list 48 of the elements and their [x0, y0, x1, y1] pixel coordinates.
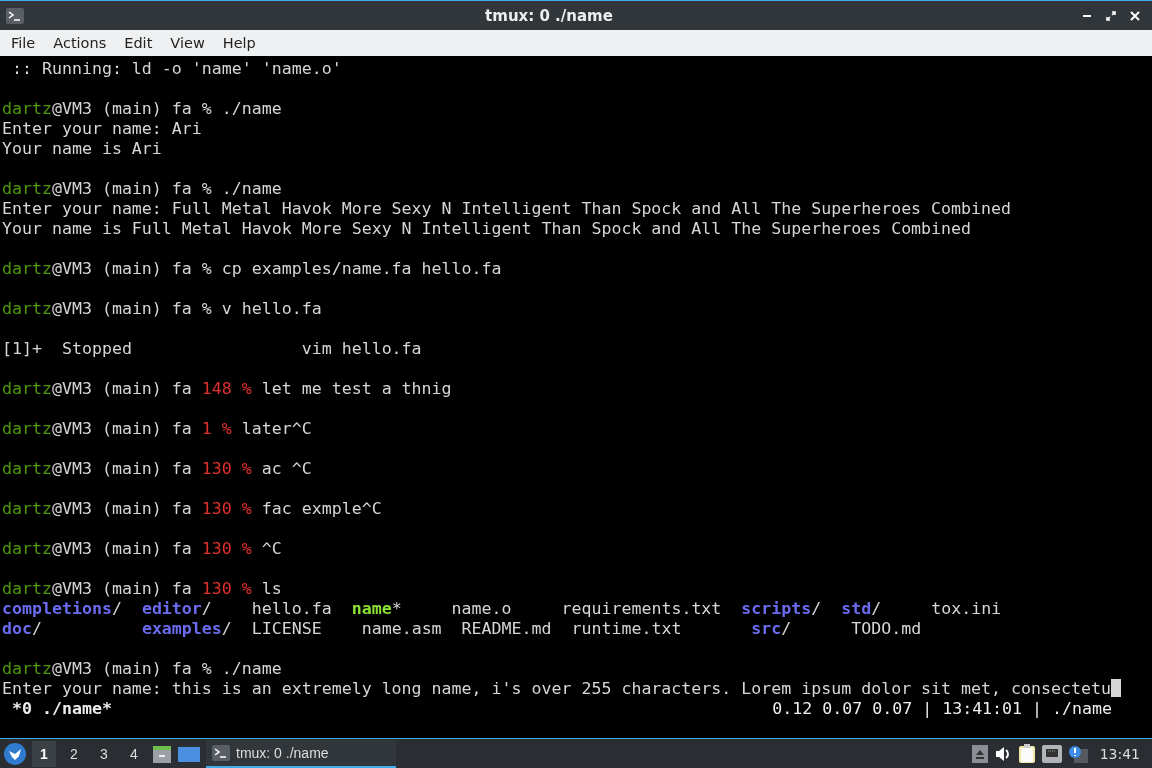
clock[interactable]: 13:41 — [1093, 745, 1148, 762]
menu-item[interactable]: Actions — [44, 33, 116, 53]
terminal-line: Your name is Ari — [2, 139, 162, 158]
terminal-line: dartz@VM3 (main) fa % ./name — [2, 659, 282, 678]
terminal-line: Enter your name: Ari — [2, 119, 202, 138]
terminal-icon — [6, 7, 24, 24]
minimize-icon — [1083, 14, 1091, 17]
terminal-line: dartz@VM3 (main) fa % v hello.fa — [2, 299, 322, 318]
task-button[interactable]: tmux: 0 ./name — [206, 739, 396, 768]
menu-item[interactable]: Help — [213, 33, 265, 53]
workspace-button[interactable]: 4 — [122, 740, 146, 767]
show-desktop-icon[interactable] — [178, 744, 200, 763]
file-cabinet-icon[interactable] — [152, 743, 172, 764]
text-cursor — [1110, 679, 1121, 697]
network-icon[interactable] — [1041, 744, 1062, 763]
terminal-line: dartz@VM3 (main) fa % ./name — [2, 179, 282, 198]
terminal-line: dartz@VM3 (main) fa 1 % later^C — [2, 419, 312, 438]
workspace-button[interactable]: 3 — [92, 740, 116, 767]
terminal-line: dartz@VM3 (main) fa % ./name — [2, 99, 282, 118]
menu-item[interactable]: View — [161, 33, 214, 53]
menu-item[interactable]: File — [2, 33, 45, 53]
menu-item[interactable]: Edit — [115, 33, 162, 53]
volume-icon[interactable] — [993, 744, 1012, 763]
terminal-line: dartz@VM3 (main) fa 130 % ^C — [2, 539, 282, 558]
restore-icon — [1106, 10, 1116, 21]
terminal-line: Your name is Full Metal Havok More Sexy N Intelligent Than Spock and All The Superheroes Combined — [2, 219, 972, 238]
close-icon — [1130, 10, 1140, 21]
terminal-line: doc/ examples/ LICENSE name.asm README.md runtime.txt src/ TODO.md — [2, 619, 922, 638]
terminal-line: dartz@VM3 (main) fa 130 % fac exmple^C — [2, 499, 382, 518]
clipboard-icon[interactable] — [1017, 743, 1036, 764]
window-title: tmux: 0 ./name — [484, 6, 614, 25]
terminal-line: :: Running: ld -o 'name' 'name.o' — [11, 59, 342, 78]
terminal-line: [1]+ Stopped vim hello.fa — [2, 339, 422, 358]
workspace-button[interactable]: 1 — [32, 740, 56, 767]
terminal-line: Enter your name: this is an extremely long name, i's over 255 characters. Lorem ipsum dolor sit met, consectetu — [2, 679, 1111, 698]
app-menu-icon[interactable] — [4, 742, 26, 765]
workspace-button[interactable]: 2 — [62, 740, 86, 767]
terminal-line: dartz@VM3 (main) fa % cp examples/name.fa hello.fa — [2, 259, 502, 278]
terminal-line: dartz@VM3 (main) fa 130 % ac ^C — [2, 459, 312, 478]
eject-icon[interactable] — [971, 744, 988, 763]
terminal-icon — [212, 744, 230, 761]
terminal-line: dartz@VM3 (main) fa 148 % let me test a thnig — [2, 379, 452, 398]
tmux-status-info: 0.12 0.07 0.07 | 13:41:01 | ./name — [772, 699, 1112, 719]
tmux-window-label: *0 ./name* — [11, 699, 112, 719]
terminal-line: completions/ editor/ hello.fa name* name.o requirements.txt scripts/ std/ tox.ini — [2, 599, 1002, 618]
notification-icon[interactable] — [1067, 744, 1088, 763]
terminal-line: Enter your name: Full Metal Havok More Sexy N Intelligent Than Spock and All The Superheroes Combined — [2, 199, 1012, 218]
terminal-line: dartz@VM3 (main) fa 130 % ls — [2, 579, 282, 598]
